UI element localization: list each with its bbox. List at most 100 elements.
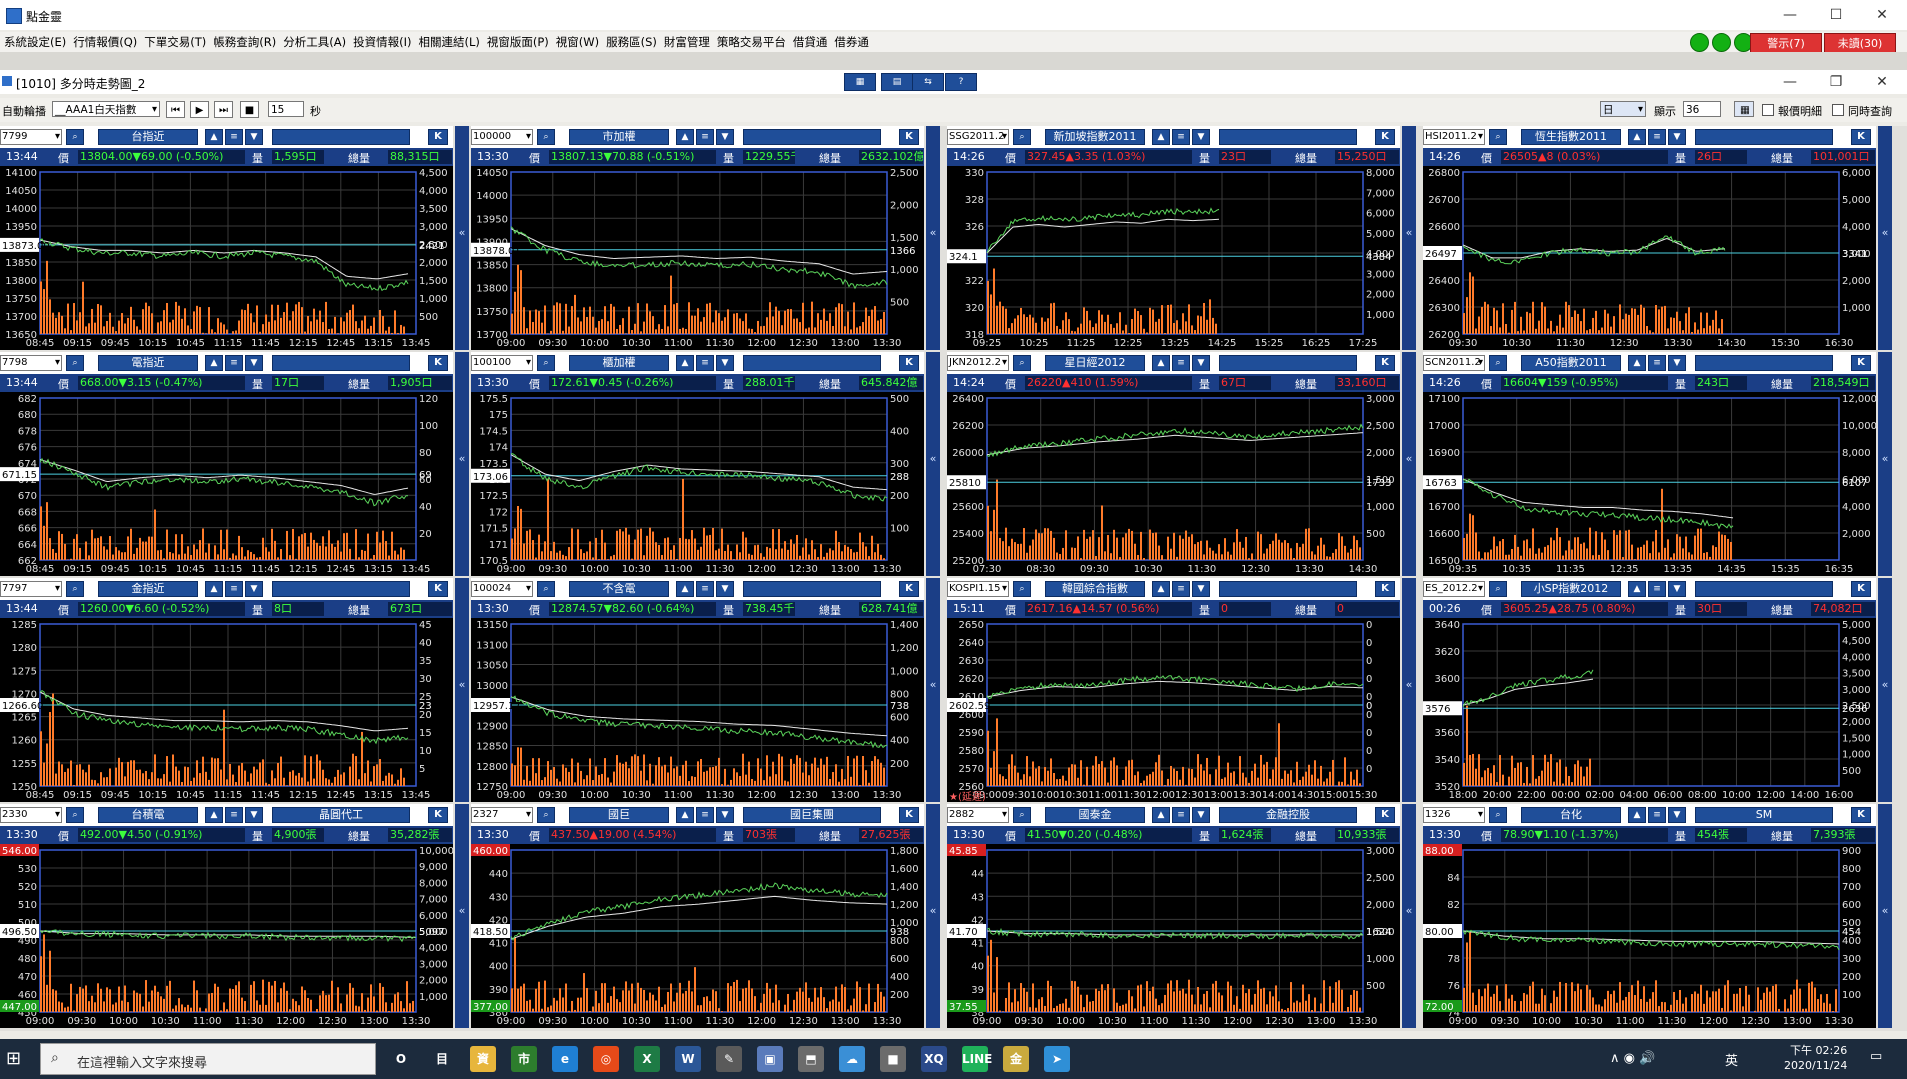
notification-icon[interactable]: ▭ (1870, 1049, 1882, 1064)
symbol-name[interactable]: 國泰金 (1045, 807, 1145, 823)
up-arrow-icon[interactable]: ▲ (1152, 581, 1170, 597)
dropdown-icon[interactable]: ▼ (716, 581, 734, 597)
symbol-select[interactable]: ES_2012.2 (1423, 581, 1485, 597)
collapse-panel-icon[interactable]: « (1402, 804, 1416, 1028)
group-select[interactable]: __AAA1白天指數 (52, 101, 160, 117)
collapse-panel-icon[interactable]: « (1878, 804, 1892, 1028)
menu-item[interactable]: 策略交易平台 (713, 32, 789, 50)
dropdown-icon[interactable]: ▼ (1668, 129, 1686, 145)
taskbar-app-icon[interactable]: XQ (921, 1046, 947, 1072)
warning-button[interactable]: 警示(7) (1750, 33, 1822, 54)
collapse-panel-icon[interactable]: « (455, 126, 469, 350)
taskbar-app-icon[interactable]: W (675, 1046, 701, 1072)
search-icon[interactable]: ⌕ (66, 807, 84, 823)
sector-name[interactable] (1695, 581, 1833, 597)
symbol-name[interactable]: 金指近 (98, 581, 198, 597)
k-chart-button[interactable]: K (1375, 807, 1395, 823)
k-chart-button[interactable]: K (899, 581, 919, 597)
maximize-button[interactable]: ☐ (1813, 0, 1859, 30)
dropdown-icon[interactable]: ▼ (1192, 807, 1210, 823)
k-chart-button[interactable]: K (1851, 355, 1871, 371)
list-icon[interactable]: ≡ (225, 807, 243, 823)
taskbar-app-icon[interactable]: ☁ (839, 1046, 865, 1072)
up-arrow-icon[interactable]: ▲ (1152, 355, 1170, 371)
collapse-panel-icon[interactable]: « (1402, 578, 1416, 802)
unread-button[interactable]: 未讀(30) (1824, 33, 1896, 54)
display-count-input[interactable]: 36 (1683, 101, 1721, 117)
dropdown-icon[interactable]: ▼ (1668, 355, 1686, 371)
sector-name[interactable] (1219, 129, 1357, 145)
sync-query-checkbox[interactable] (1832, 104, 1844, 116)
list-icon[interactable]: ≡ (696, 129, 714, 145)
search-icon[interactable]: ⌕ (537, 129, 555, 145)
symbol-name[interactable]: 台指近 (98, 129, 198, 145)
list-icon[interactable]: ≡ (225, 355, 243, 371)
first-button[interactable]: ⏮ (166, 101, 185, 118)
k-chart-button[interactable]: K (1851, 581, 1871, 597)
symbol-select[interactable]: 7799 (0, 129, 62, 145)
symbol-name[interactable]: A50指數2011 (1521, 355, 1621, 371)
symbol-select[interactable]: KOSPI1.15 (947, 581, 1009, 597)
symbol-name[interactable]: 星日經2012 (1045, 355, 1145, 371)
menu-item[interactable]: 財富管理 (660, 32, 713, 50)
sector-name[interactable] (1695, 129, 1833, 145)
menu-item[interactable]: 服務區(S) (602, 32, 660, 50)
collapse-panel-icon[interactable]: « (1402, 352, 1416, 576)
sector-name[interactable]: 國巨集團 (743, 807, 881, 823)
sector-name[interactable] (1695, 355, 1833, 371)
up-arrow-icon[interactable]: ▲ (205, 807, 223, 823)
layout-tool-button[interactable]: ▤ (881, 73, 913, 91)
dropdown-icon[interactable]: ▼ (1192, 129, 1210, 145)
taskbar-app-icon[interactable]: ✎ (716, 1046, 742, 1072)
list-icon[interactable]: ≡ (1172, 807, 1190, 823)
search-icon[interactable]: ⌕ (1013, 807, 1031, 823)
collapse-panel-icon[interactable]: « (1402, 126, 1416, 350)
menu-item[interactable]: 下單交易(T) (140, 32, 209, 50)
symbol-select[interactable]: 7798 (0, 355, 62, 371)
collapse-panel-icon[interactable]: « (1878, 126, 1892, 350)
dropdown-icon[interactable]: ▼ (1192, 355, 1210, 371)
k-chart-button[interactable]: K (428, 129, 448, 145)
sector-name[interactable] (272, 581, 410, 597)
help-tool-button[interactable]: ? (945, 73, 977, 91)
collapse-panel-icon[interactable]: « (1878, 578, 1892, 802)
up-arrow-icon[interactable]: ▲ (1152, 129, 1170, 145)
sector-name[interactable] (272, 355, 410, 371)
symbol-select[interactable]: 2330 (0, 807, 62, 823)
sub-restore-button[interactable]: ❐ (1813, 70, 1859, 94)
search-icon[interactable]: ⌕ (537, 581, 555, 597)
up-arrow-icon[interactable]: ▲ (1628, 807, 1646, 823)
sector-name[interactable] (272, 129, 410, 145)
k-chart-button[interactable]: K (428, 581, 448, 597)
sector-name[interactable]: SM (1695, 807, 1833, 823)
list-icon[interactable]: ≡ (1648, 355, 1666, 371)
menu-item[interactable]: 分析工具(A) (279, 32, 349, 50)
taskbar-app-icon[interactable]: 金 (1003, 1046, 1029, 1072)
symbol-name[interactable]: 國巨 (569, 807, 669, 823)
symbol-select[interactable]: 100000 (471, 129, 533, 145)
taskbar-app-icon[interactable]: O (388, 1046, 414, 1072)
k-chart-button[interactable]: K (1375, 129, 1395, 145)
menu-item[interactable]: 視窗版面(P) (483, 32, 552, 50)
taskbar-app-icon[interactable]: LINE (962, 1046, 992, 1072)
taskbar-search-box[interactable]: ⌕ 在這裡輸入文字來搜尋 (40, 1043, 376, 1075)
symbol-name[interactable]: 新加坡指數2011 (1045, 129, 1145, 145)
symbol-select[interactable]: 100100 (471, 355, 533, 371)
taskbar-app-icon[interactable]: e (552, 1046, 578, 1072)
network-icon[interactable]: ∧ ◉ 🔊 (1610, 1051, 1655, 1066)
ime-indicator[interactable]: 英 (1725, 1050, 1738, 1069)
search-icon[interactable]: ⌕ (1489, 129, 1507, 145)
search-icon[interactable]: ⌕ (537, 355, 555, 371)
taskbar-app-icon[interactable]: ▣ (757, 1046, 783, 1072)
search-icon[interactable]: ⌕ (66, 355, 84, 371)
last-button[interactable]: ⏭ (214, 101, 233, 118)
k-chart-button[interactable]: K (899, 129, 919, 145)
symbol-name[interactable]: 台化 (1521, 807, 1621, 823)
up-arrow-icon[interactable]: ▲ (1628, 581, 1646, 597)
windows-start-icon[interactable]: ⊞ (6, 1049, 26, 1069)
sector-name[interactable] (743, 129, 881, 145)
collapse-panel-icon[interactable]: « (926, 804, 940, 1028)
symbol-name[interactable]: 櫃加權 (569, 355, 669, 371)
up-arrow-icon[interactable]: ▲ (1152, 807, 1170, 823)
menu-item[interactable]: 投資情報(I) (349, 32, 414, 50)
